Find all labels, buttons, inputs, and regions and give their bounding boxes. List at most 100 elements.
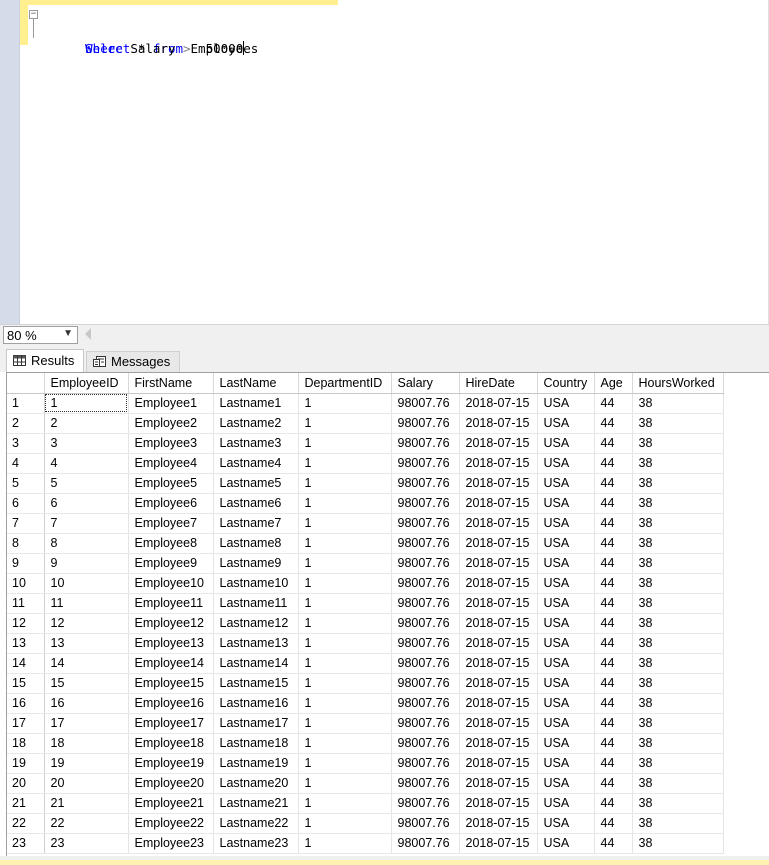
grid-cell[interactable]: USA bbox=[537, 593, 595, 614]
grid-cell[interactable]: 98007.76 bbox=[391, 473, 460, 494]
grid-cell[interactable]: 2018-07-15 bbox=[459, 693, 538, 714]
grid-cell[interactable]: 44 bbox=[594, 833, 633, 854]
query-editor[interactable]: − Select * from Employees Where Salary >… bbox=[0, 0, 769, 324]
tab-results[interactable]: Results bbox=[6, 349, 84, 372]
grid-cell[interactable]: 7 bbox=[44, 513, 129, 534]
row-number[interactable]: 11 bbox=[7, 593, 45, 614]
grid-cell[interactable]: 12 bbox=[44, 613, 129, 634]
grid-cell[interactable]: Lastname15 bbox=[213, 673, 299, 694]
grid-cell[interactable]: 98007.76 bbox=[391, 433, 460, 454]
grid-cell[interactable]: Employee1 bbox=[128, 393, 214, 414]
grid-cell[interactable]: Employee21 bbox=[128, 793, 214, 814]
grid-cell[interactable]: 44 bbox=[594, 813, 633, 834]
grid-cell[interactable]: 1 bbox=[298, 633, 392, 654]
grid-cell[interactable]: 98007.76 bbox=[391, 613, 460, 634]
grid-cell[interactable]: Employee18 bbox=[128, 733, 214, 754]
grid-cell[interactable]: 44 bbox=[594, 653, 633, 674]
row-number[interactable]: 8 bbox=[7, 533, 45, 554]
row-number[interactable]: 12 bbox=[7, 613, 45, 634]
grid-cell[interactable]: Lastname18 bbox=[213, 733, 299, 754]
table-row[interactable]: 3 3 Employee3 Lastname3 1 98007.76 2018-07-15 U… bbox=[7, 433, 724, 454]
grid-cell[interactable]: Employee6 bbox=[128, 493, 214, 514]
row-number[interactable]: 19 bbox=[7, 753, 45, 774]
grid-cell[interactable]: 98007.76 bbox=[391, 773, 460, 794]
grid-cell[interactable]: 44 bbox=[594, 573, 633, 594]
table-row[interactable]: 1 1 Employee1 Lastname1 1 98007.76 2018-07-15 U… bbox=[7, 393, 724, 414]
grid-cell[interactable]: 44 bbox=[594, 473, 633, 494]
grid-cell[interactable]: Employee12 bbox=[128, 613, 214, 634]
grid-cell[interactable]: 1 bbox=[298, 613, 392, 634]
grid-cell[interactable]: Lastname4 bbox=[213, 453, 299, 474]
grid-cell[interactable]: 2018-07-15 bbox=[459, 813, 538, 834]
code-line-2[interactable]: Where Salary > 50000 bbox=[28, 23, 258, 56]
grid-cell[interactable]: 1 bbox=[298, 413, 392, 434]
grid-cell[interactable]: 98007.76 bbox=[391, 693, 460, 714]
grid-cell[interactable]: 2018-07-15 bbox=[459, 793, 538, 814]
grid-cell[interactable]: 9 bbox=[44, 553, 129, 574]
grid-cell[interactable]: Lastname12 bbox=[213, 613, 299, 634]
column-header[interactable]: Age bbox=[594, 373, 633, 394]
collapse-minus-icon[interactable]: − bbox=[29, 10, 38, 19]
table-row[interactable]: 11 11 Employee11 Lastname11 1 98007.76 2018-07… bbox=[7, 593, 724, 614]
grid-cell[interactable]: 21 bbox=[44, 793, 129, 814]
grid-cell[interactable]: 13 bbox=[44, 633, 129, 654]
grid-cell[interactable]: 44 bbox=[594, 593, 633, 614]
grid-cell[interactable]: 2018-07-15 bbox=[459, 513, 538, 534]
grid-cell[interactable]: USA bbox=[537, 493, 595, 514]
grid-cell[interactable]: USA bbox=[537, 653, 595, 674]
grid-cell[interactable]: 38 bbox=[632, 833, 724, 854]
column-header[interactable]: DepartmentID bbox=[298, 373, 392, 394]
grid-cell[interactable]: Employee3 bbox=[128, 433, 214, 454]
table-row[interactable]: 4 4 Employee4 Lastname4 1 98007.76 2018-07-15 U… bbox=[7, 453, 724, 474]
grid-cell[interactable]: 98007.76 bbox=[391, 733, 460, 754]
row-number[interactable]: 20 bbox=[7, 773, 45, 794]
row-number[interactable]: 10 bbox=[7, 573, 45, 594]
grid-cell[interactable]: 44 bbox=[594, 773, 633, 794]
grid-cell[interactable]: 1 bbox=[298, 713, 392, 734]
table-row[interactable]: 13 13 Employee13 Lastname13 1 98007.76 2018-07… bbox=[7, 633, 724, 654]
table-row[interactable]: 2 2 Employee2 Lastname2 1 98007.76 2018-07-15 U… bbox=[7, 413, 724, 434]
grid-cell[interactable]: 2018-07-15 bbox=[459, 473, 538, 494]
row-number[interactable]: 17 bbox=[7, 713, 45, 734]
row-number[interactable]: 15 bbox=[7, 673, 45, 694]
grid-cell[interactable]: USA bbox=[537, 393, 595, 414]
grid-cell[interactable]: 44 bbox=[594, 693, 633, 714]
grid-cell[interactable]: 98007.76 bbox=[391, 793, 460, 814]
grid-cell[interactable]: Lastname14 bbox=[213, 653, 299, 674]
row-number[interactable]: 22 bbox=[7, 813, 45, 834]
grid-cell[interactable]: Employee9 bbox=[128, 553, 214, 574]
grid-cell[interactable]: 44 bbox=[594, 633, 633, 654]
grid-cell[interactable]: Employee22 bbox=[128, 813, 214, 834]
grid-cell[interactable]: 2018-07-15 bbox=[459, 833, 538, 854]
grid-cell[interactable]: USA bbox=[537, 833, 595, 854]
grid-cell[interactable]: 44 bbox=[594, 713, 633, 734]
grid-cell[interactable]: 44 bbox=[594, 453, 633, 474]
grid-cell[interactable]: USA bbox=[537, 773, 595, 794]
row-number[interactable]: 3 bbox=[7, 433, 45, 454]
grid-cell[interactable]: USA bbox=[537, 673, 595, 694]
grid-cell[interactable]: USA bbox=[537, 573, 595, 594]
grid-cell[interactable]: 3 bbox=[44, 433, 129, 454]
grid-cell[interactable]: 44 bbox=[594, 753, 633, 774]
grid-cell[interactable]: 2018-07-15 bbox=[459, 553, 538, 574]
grid-cell[interactable]: 2018-07-15 bbox=[459, 753, 538, 774]
grid-cell[interactable]: USA bbox=[537, 533, 595, 554]
grid-cell[interactable]: 15 bbox=[44, 673, 129, 694]
row-number[interactable]: 4 bbox=[7, 453, 45, 474]
grid-cell[interactable]: Lastname6 bbox=[213, 493, 299, 514]
column-header[interactable]: HireDate bbox=[459, 373, 538, 394]
grid-cell[interactable]: 38 bbox=[632, 513, 724, 534]
grid-cell[interactable]: 98007.76 bbox=[391, 573, 460, 594]
grid-cell[interactable]: 1 bbox=[298, 773, 392, 794]
column-header[interactable]: EmployeeID bbox=[44, 373, 129, 394]
grid-cell[interactable]: 98007.76 bbox=[391, 453, 460, 474]
grid-cell[interactable]: 1 bbox=[298, 393, 392, 414]
grid-cell[interactable]: 1 bbox=[298, 813, 392, 834]
grid-cell[interactable]: 38 bbox=[632, 573, 724, 594]
results-grid[interactable]: EmployeeID FirstName LastName DepartmentID S… bbox=[6, 372, 769, 856]
grid-cell[interactable]: 1 bbox=[298, 833, 392, 854]
grid-cell[interactable]: 44 bbox=[594, 733, 633, 754]
row-number[interactable]: 1 bbox=[7, 393, 45, 414]
grid-cell[interactable]: 38 bbox=[632, 653, 724, 674]
grid-cell[interactable]: 98007.76 bbox=[391, 753, 460, 774]
